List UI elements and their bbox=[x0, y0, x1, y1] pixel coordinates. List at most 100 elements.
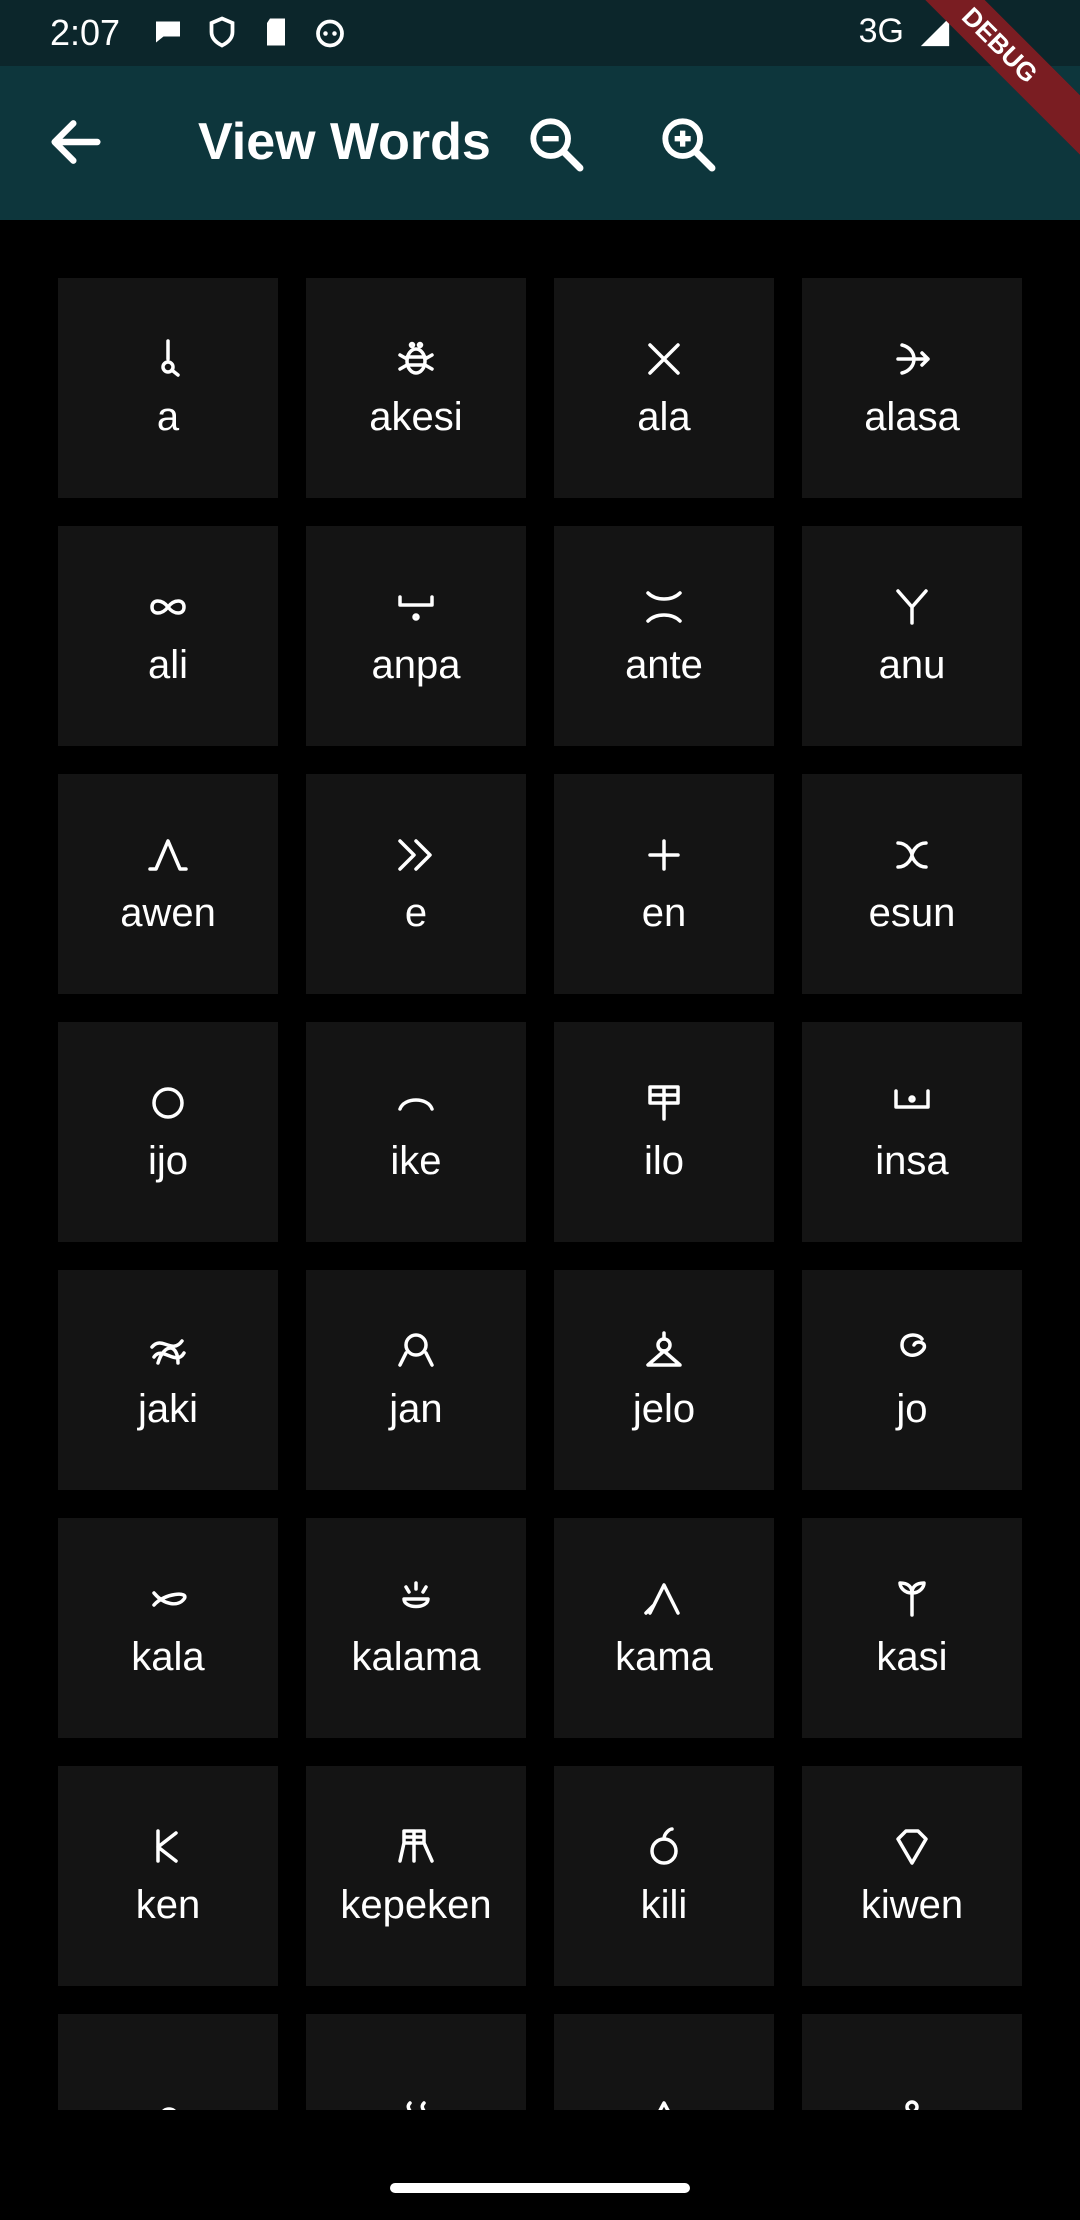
sitelen-pona-glyph-icon bbox=[144, 2095, 192, 2110]
sitelen-pona-glyph-icon bbox=[888, 1327, 936, 1375]
word-label: ala bbox=[637, 395, 691, 439]
sitelen-pona-glyph-icon bbox=[392, 583, 440, 631]
sitelen-pona-glyph-icon bbox=[392, 2095, 440, 2110]
word-tile[interactable]: a bbox=[58, 278, 278, 498]
word-tile[interactable] bbox=[554, 2014, 774, 2110]
sitelen-pona-glyph-icon bbox=[392, 1823, 440, 1871]
status-bar: 2:07 3G bbox=[0, 0, 1080, 66]
word-tile[interactable]: ala bbox=[554, 278, 774, 498]
word-tile[interactable]: kiwen bbox=[802, 1766, 1022, 1986]
sitelen-pona-glyph-icon bbox=[888, 583, 936, 631]
word-label: jaki bbox=[137, 1387, 199, 1431]
sitelen-pona-glyph-icon bbox=[144, 1575, 192, 1623]
chat-bubble-icon bbox=[156, 21, 180, 43]
word-label: ilo bbox=[643, 1139, 685, 1183]
sitelen-pona-glyph-icon bbox=[144, 1327, 192, 1375]
word-label: a bbox=[156, 395, 180, 439]
sitelen-pona-glyph-icon bbox=[392, 335, 440, 383]
sitelen-pona-glyph-icon bbox=[888, 1823, 936, 1871]
sitelen-pona-glyph-icon bbox=[640, 583, 688, 631]
sitelen-pona-glyph-icon bbox=[888, 2095, 936, 2110]
sitelen-pona-glyph-icon bbox=[888, 831, 936, 879]
page-title: View Words bbox=[198, 113, 491, 171]
sd-card-icon bbox=[267, 18, 285, 46]
sitelen-pona-glyph-icon bbox=[888, 1575, 936, 1623]
word-label: jan bbox=[389, 1387, 443, 1431]
status-time: 2:07 bbox=[50, 12, 121, 53]
sitelen-pona-glyph-icon bbox=[640, 2095, 688, 2110]
word-label: e bbox=[404, 891, 428, 935]
word-tile[interactable]: ilo bbox=[554, 1022, 774, 1242]
sitelen-pona-glyph-icon bbox=[144, 831, 192, 879]
word-label: kalama bbox=[351, 1635, 481, 1679]
word-label: jo bbox=[896, 1387, 928, 1431]
word-label: esun bbox=[868, 891, 956, 935]
word-tile[interactable]: jelo bbox=[554, 1270, 774, 1490]
word-tile[interactable]: insa bbox=[802, 1022, 1022, 1242]
word-tile[interactable]: jaki bbox=[58, 1270, 278, 1490]
word-tile[interactable]: jan bbox=[306, 1270, 526, 1490]
word-tile[interactable] bbox=[58, 2014, 278, 2110]
word-tile[interactable]: ijo bbox=[58, 1022, 278, 1242]
sitelen-pona-glyph-icon bbox=[640, 1823, 688, 1871]
word-label: jelo bbox=[632, 1387, 696, 1431]
word-tile[interactable]: esun bbox=[802, 774, 1022, 994]
word-tile[interactable]: e bbox=[306, 774, 526, 994]
sitelen-pona-glyph-icon bbox=[392, 831, 440, 879]
word-tile[interactable]: ali bbox=[58, 526, 278, 746]
sitelen-pona-glyph-icon bbox=[144, 1079, 192, 1127]
word-label: ali bbox=[147, 643, 189, 687]
word-label: en bbox=[641, 891, 687, 935]
word-tile[interactable]: kama bbox=[554, 1518, 774, 1738]
sitelen-pona-glyph-icon bbox=[144, 1823, 192, 1871]
zoom-in-icon[interactable] bbox=[656, 112, 720, 176]
status-notification-icons bbox=[150, 14, 348, 50]
word-label: kama bbox=[615, 1635, 713, 1679]
sitelen-pona-glyph-icon bbox=[888, 1079, 936, 1127]
word-label: ante bbox=[625, 643, 703, 687]
gesture-nav-handle[interactable] bbox=[390, 2183, 690, 2193]
app-bar: View Words bbox=[0, 66, 1080, 220]
word-tile[interactable]: ante bbox=[554, 526, 774, 746]
word-tile[interactable]: kala bbox=[58, 1518, 278, 1738]
word-tile[interactable]: kepeken bbox=[306, 1766, 526, 1986]
word-label: akesi bbox=[369, 395, 463, 439]
word-tile[interactable]: kalama bbox=[306, 1518, 526, 1738]
sitelen-pona-glyph-icon bbox=[392, 1327, 440, 1375]
word-tile[interactable]: ike bbox=[306, 1022, 526, 1242]
word-label: insa bbox=[875, 1139, 949, 1183]
android-face-icon bbox=[316, 19, 344, 48]
word-tile[interactable] bbox=[306, 2014, 526, 2110]
word-label: kepeken bbox=[340, 1883, 492, 1927]
word-tile[interactable]: kili bbox=[554, 1766, 774, 1986]
word-tile[interactable]: alasa bbox=[802, 278, 1022, 498]
back-arrow-icon[interactable] bbox=[44, 110, 108, 174]
sitelen-pona-glyph-icon bbox=[640, 1079, 688, 1127]
shield-icon bbox=[209, 16, 235, 48]
sitelen-pona-glyph-icon bbox=[640, 831, 688, 879]
word-label: anu bbox=[878, 643, 946, 687]
word-tile[interactable]: en bbox=[554, 774, 774, 994]
word-tile[interactable]: anu bbox=[802, 526, 1022, 746]
word-tile[interactable]: akesi bbox=[306, 278, 526, 498]
word-tile[interactable]: anpa bbox=[306, 526, 526, 746]
sitelen-pona-glyph-icon bbox=[640, 1327, 688, 1375]
network-type: 3G bbox=[858, 12, 904, 50]
word-tile[interactable]: kasi bbox=[802, 1518, 1022, 1738]
word-label: anpa bbox=[371, 643, 461, 687]
sitelen-pona-glyph-icon bbox=[392, 1079, 440, 1127]
word-label: kala bbox=[131, 1635, 205, 1679]
sitelen-pona-glyph-icon bbox=[640, 335, 688, 383]
word-tile[interactable]: awen bbox=[58, 774, 278, 994]
word-label: kili bbox=[640, 1883, 688, 1927]
word-tile[interactable]: ken bbox=[58, 1766, 278, 1986]
word-label: ken bbox=[135, 1883, 201, 1927]
zoom-out-icon[interactable] bbox=[524, 112, 588, 176]
word-label: alasa bbox=[864, 395, 960, 439]
word-tile[interactable] bbox=[802, 2014, 1022, 2110]
word-grid: a akesi ala alasa ali anpa ante anu awen e en esun i… bbox=[58, 278, 1022, 2110]
word-tile[interactable]: jo bbox=[802, 1270, 1022, 1490]
word-label: awen bbox=[120, 891, 216, 935]
word-label: kiwen bbox=[860, 1883, 964, 1927]
sitelen-pona-glyph-icon bbox=[392, 1575, 440, 1623]
